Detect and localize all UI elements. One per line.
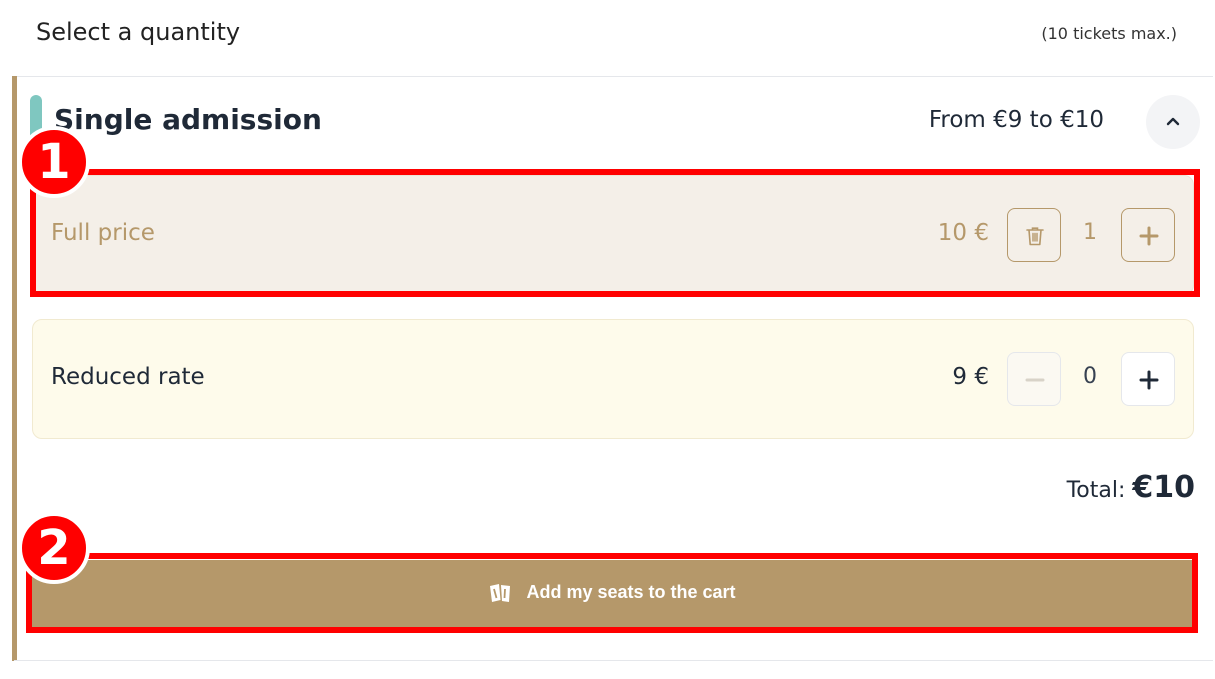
plus-icon	[1139, 226, 1159, 246]
trash-icon	[1026, 227, 1044, 246]
add-to-cart-label: Add my seats to the cart	[526, 582, 736, 602]
page-title: Select a quantity	[36, 18, 241, 46]
decrease-ticket-button[interactable]	[1007, 352, 1061, 406]
quantity-header: Select a quantity (10 tickets max.)	[0, 0, 1215, 76]
rate-row-reduced-rate: Reduced rate 9 € 0	[32, 319, 1194, 439]
rate-price: 9 €	[952, 364, 989, 390]
tickets-icon	[490, 584, 511, 603]
bottom-divider	[14, 660, 1213, 661]
price-range: From €9 to €10	[928, 107, 1104, 133]
chevron-up-icon	[1166, 117, 1180, 126]
section-accent-bar	[12, 76, 17, 661]
plus-icon	[1139, 370, 1159, 390]
annotation-badge-2: 2	[18, 512, 90, 584]
total-value: €10	[1132, 470, 1195, 505]
rate-label: Full price	[51, 220, 155, 246]
rate-price: 10 €	[937, 220, 989, 246]
annotation-badge-1: 1	[18, 126, 90, 198]
collapse-section-button[interactable]	[1146, 95, 1200, 149]
quantity-value: 1	[1083, 220, 1097, 245]
add-to-cart-button-content: Add my seats to the cart	[32, 582, 1192, 603]
top-divider	[14, 76, 1213, 77]
rate-label: Reduced rate	[51, 364, 205, 390]
order-total: Total: €10	[1067, 470, 1195, 505]
remove-ticket-button[interactable]	[1007, 208, 1061, 262]
add-ticket-button[interactable]	[1121, 208, 1175, 262]
ticket-limit-note: (10 tickets max.)	[1041, 24, 1177, 43]
rate-row-full-price: Full price 10 € 1	[32, 175, 1194, 295]
minus-icon	[1025, 378, 1045, 382]
add-ticket-button[interactable]	[1121, 352, 1175, 406]
section-header: Single admission From €9 to €10	[30, 95, 1200, 149]
quantity-value: 0	[1083, 364, 1097, 389]
total-label: Total:	[1066, 478, 1133, 503]
add-to-cart-button[interactable]: Add my seats to the cart	[32, 560, 1192, 628]
section-title: Single admission	[54, 103, 322, 136]
